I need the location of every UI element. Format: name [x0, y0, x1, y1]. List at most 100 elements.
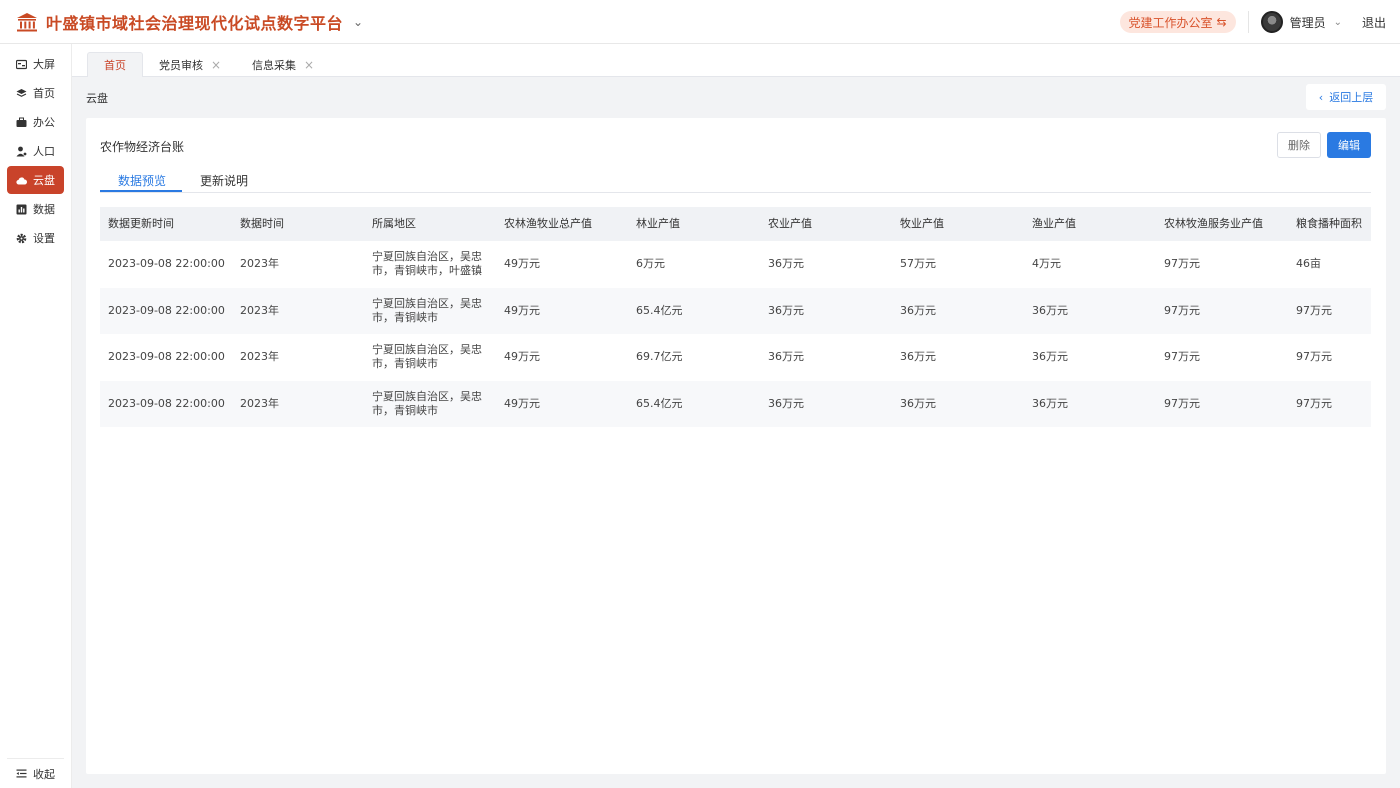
- screen-icon: [16, 59, 27, 69]
- table-cell: 97万元: [1164, 350, 1200, 364]
- tab-label: 信息采集: [252, 58, 296, 72]
- table-cell: 2023年: [240, 396, 279, 410]
- collapse-button[interactable]: 收起: [7, 758, 64, 788]
- table-cell: 36万元: [768, 350, 804, 364]
- avatar[interactable]: [1260, 11, 1283, 33]
- table-cell: 36万元: [768, 303, 804, 317]
- page-tabs: 首页 党员审核 × 信息采集 ×: [72, 44, 1400, 77]
- table-cell: 宁夏回族自治区，吴忠市，青铜峡市: [372, 389, 482, 417]
- breadcrumb: 云盘: [86, 92, 108, 105]
- user-name[interactable]: 管理员: [1290, 14, 1326, 31]
- column-header: 农林渔牧业总产值: [504, 217, 592, 230]
- table-cell: 36万元: [768, 396, 804, 410]
- logout-button[interactable]: 退出: [1362, 14, 1386, 31]
- government-building-icon: [17, 12, 37, 31]
- column-header: 牧业产值: [900, 217, 944, 230]
- top-header: 叶盛镇市域社会治理现代化试点数字平台 ⌄ 党建工作办公室 ⇆ 管理员 ⌄ 退出: [0, 0, 1400, 44]
- column-header: 数据更新时间: [108, 217, 174, 230]
- table-cell: 2023-09-08 22:00:00: [108, 257, 225, 271]
- table-cell: 97万元: [1164, 303, 1200, 317]
- table-cell: 2023年: [240, 350, 279, 364]
- tab-home[interactable]: 首页: [87, 52, 143, 77]
- table-cell: 4万元: [1032, 257, 1061, 271]
- table-cell: 2023-09-08 22:00:00: [108, 396, 225, 410]
- switch-icon: ⇆: [1216, 15, 1227, 29]
- sidebar-item-population[interactable]: 人口: [7, 137, 64, 165]
- table-row[interactable]: 2023-09-08 22:00:00 2023年 宁夏回族自治区，吴忠市，青铜…: [100, 334, 1371, 381]
- chevron-left-icon: ‹: [1318, 90, 1324, 104]
- column-header: 林业产值: [636, 217, 680, 230]
- sidebar-item-label: 首页: [33, 87, 55, 100]
- table-cell: 36万元: [1032, 303, 1068, 317]
- collapse-label: 收起: [33, 767, 55, 781]
- table-header: 数据更新时间 数据时间 所属地区 农林渔牧业总产值 林业产值 农业产值 牧业产值…: [100, 207, 1371, 241]
- back-label: 返回上层: [1329, 91, 1374, 104]
- close-icon[interactable]: ×: [211, 58, 221, 72]
- back-button[interactable]: ‹ 返回上层: [1306, 84, 1386, 110]
- table-cell: 36万元: [768, 257, 804, 271]
- chevron-down-icon[interactable]: ⌄: [353, 15, 363, 29]
- table-cell: 46亩: [1296, 257, 1321, 271]
- department-switch[interactable]: 党建工作办公室 ⇆: [1119, 11, 1236, 33]
- table-cell: 97万元: [1164, 396, 1200, 410]
- sidebar-item-label: 设置: [33, 232, 55, 245]
- table-cell: 2023年: [240, 257, 279, 271]
- close-icon[interactable]: ×: [304, 58, 314, 72]
- table-cell: 36万元: [1032, 396, 1068, 410]
- data-table: 数据更新时间 数据时间 所属地区 农林渔牧业总产值 林业产值 农业产值 牧业产值…: [100, 207, 1371, 427]
- column-header: 农林牧渔服务业产值: [1164, 217, 1263, 230]
- delete-button[interactable]: 删除: [1277, 132, 1321, 158]
- sidebar-item-label: 数据: [33, 203, 55, 216]
- table-row[interactable]: 2023-09-08 22:00:00 2023年 宁夏回族自治区，吴忠市，青铜…: [100, 287, 1371, 334]
- tab-data-preview[interactable]: 数据预览: [118, 172, 166, 189]
- header-divider: [1247, 11, 1249, 33]
- table-cell: 36万元: [900, 303, 936, 317]
- table-row[interactable]: 2023-09-08 22:00:00 2023年 宁夏回族自治区，吴忠市，青铜…: [100, 241, 1371, 288]
- sidebar-item-home[interactable]: 首页: [7, 79, 64, 107]
- tab-label: 党员审核: [159, 58, 203, 72]
- chevron-down-icon[interactable]: ⌄: [1334, 17, 1342, 28]
- sidebar-item-label: 云盘: [33, 174, 55, 187]
- table-cell: 69.7亿元: [636, 350, 683, 364]
- header-right: 党建工作办公室 ⇆ 管理员 ⌄ 退出: [1119, 0, 1386, 44]
- table-cell: 36万元: [900, 350, 936, 364]
- tab-label: 首页: [104, 59, 126, 72]
- tab-update-notes[interactable]: 更新说明: [200, 172, 248, 189]
- table-cell: 6万元: [636, 257, 665, 271]
- sidebar-item-settings[interactable]: 设置: [7, 224, 64, 252]
- tab-info-collection[interactable]: 信息采集 ×: [252, 52, 314, 77]
- table-cell: 36万元: [1032, 350, 1068, 364]
- table-cell: 49万元: [504, 257, 540, 271]
- sidebar: 大屏 首页 办公 人口 云盘 数据 设置 收起: [0, 44, 72, 788]
- table-cell: 97万元: [1296, 396, 1332, 410]
- table-cell: 97万元: [1296, 350, 1332, 364]
- page-title: 农作物经济台账: [100, 140, 185, 154]
- table-cell: 49万元: [504, 396, 540, 410]
- sidebar-item-data[interactable]: 数据: [7, 195, 64, 223]
- collapse-icon: [16, 769, 27, 778]
- edit-button[interactable]: 编辑: [1327, 132, 1371, 158]
- sidebar-item-cloud[interactable]: 云盘: [7, 166, 64, 194]
- layers-icon: [16, 88, 27, 97]
- department-label: 党建工作办公室: [1128, 15, 1213, 30]
- sidebar-item-screen[interactable]: 大屏: [7, 50, 64, 78]
- table-cell: 宁夏回族自治区，吴忠市，青铜峡市: [372, 296, 482, 324]
- briefcase-icon: [16, 117, 27, 127]
- table-cell: 2023年: [240, 303, 279, 317]
- sidebar-item-label: 办公: [33, 116, 55, 129]
- column-header: 粮食播种面积: [1296, 217, 1362, 230]
- chart-icon: [16, 204, 27, 214]
- column-header: 渔业产值: [1032, 217, 1076, 230]
- table-cell: 65.4亿元: [636, 303, 683, 317]
- person-icon: [16, 146, 27, 156]
- table-cell: 2023-09-08 22:00:00: [108, 350, 225, 364]
- table-row[interactable]: 2023-09-08 22:00:00 2023年 宁夏回族自治区，吴忠市，青铜…: [100, 380, 1371, 427]
- sidebar-item-label: 大屏: [33, 58, 55, 71]
- table-cell: 57万元: [900, 257, 936, 271]
- tab-party-review[interactable]: 党员审核 ×: [159, 52, 221, 77]
- table-cell: 2023-09-08 22:00:00: [108, 303, 225, 317]
- sidebar-item-office[interactable]: 办公: [7, 108, 64, 136]
- table-cell: 65.4亿元: [636, 396, 683, 410]
- cloud-icon: [16, 176, 27, 185]
- table-cell: 97万元: [1164, 257, 1200, 271]
